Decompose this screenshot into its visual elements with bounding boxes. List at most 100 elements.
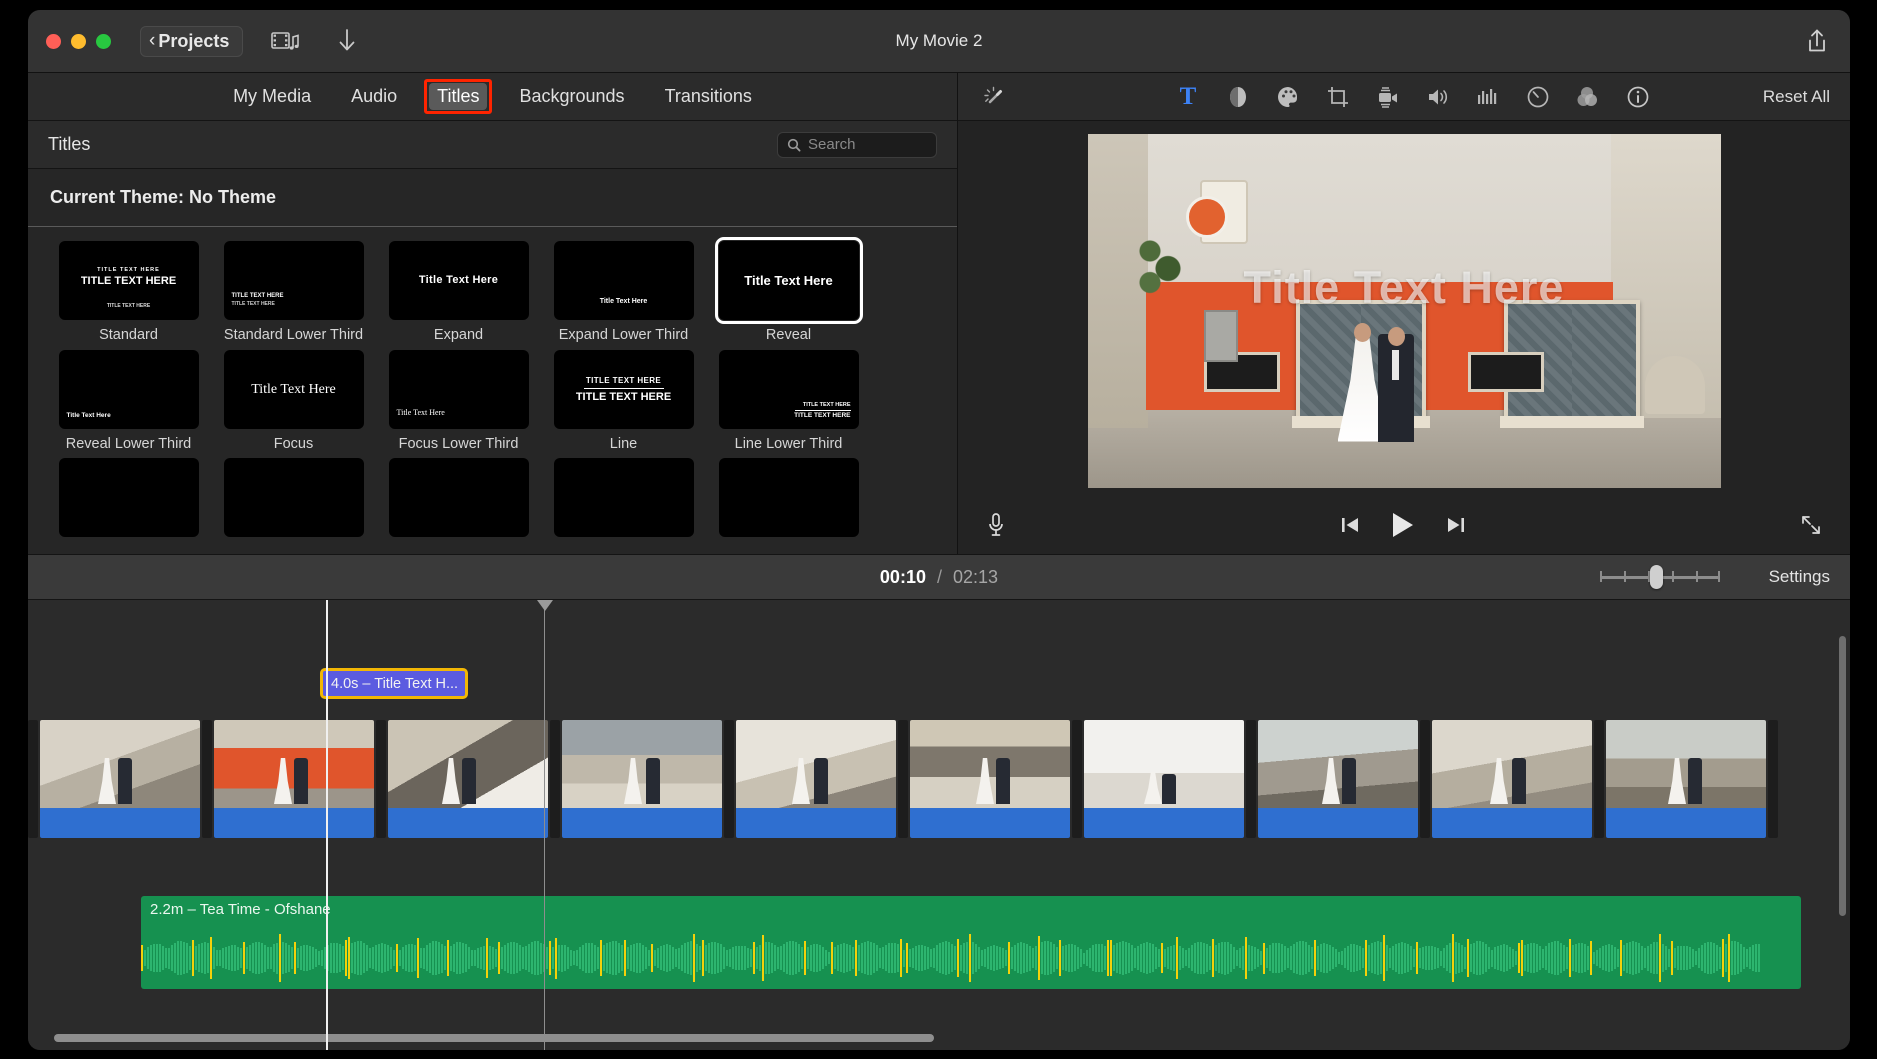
share-icon[interactable] [1806,28,1828,54]
title-item-partial-2[interactable] [213,458,374,538]
clip-drag-handle[interactable] [1594,720,1604,838]
tab-my-media[interactable]: My Media [225,83,319,110]
preview-sub-text: TITLE TEXT HERE [585,375,662,385]
settings-button[interactable]: Settings [1769,567,1830,587]
title-item-focus-lower-third[interactable]: Title Text Here Focus Lower Third [378,349,539,453]
timeline-video-clip[interactable] [214,720,374,838]
timeline-video-clip[interactable] [1258,720,1418,838]
viewer-adjust-icons: T [1171,80,1671,114]
video-title-overlay: Title Text Here [1243,261,1565,313]
color-correction-icon[interactable] [1271,80,1305,114]
tab-transitions[interactable]: Transitions [657,83,760,110]
timeline-video-clip[interactable] [562,720,722,838]
minimize-button[interactable] [71,33,86,49]
timeline-video-clip[interactable] [1084,720,1244,838]
title-item-standard[interactable]: TITLE TEXT HERE TITLE TEXT HERE TITLE TE… [48,241,209,344]
title-item-line[interactable]: TITLE TEXT HERE TITLE TEXT HERE Line [543,349,704,453]
clip-drag-handle[interactable] [1072,720,1082,838]
timeline-skimmer[interactable] [537,600,553,1050]
title-preview-thumbnail [388,458,529,538]
timecode-separator: / [936,566,942,587]
close-button[interactable] [46,33,61,49]
info-icon[interactable] [1621,80,1655,114]
clip-drag-handle[interactable] [724,720,734,838]
skip-to-end-icon[interactable] [1446,515,1466,535]
stone-statue [1644,355,1705,414]
timeline-title-clip[interactable]: 4.0s – Title Text H... [320,668,468,699]
clip-drag-handle[interactable] [1420,720,1430,838]
stabilization-icon[interactable] [1371,80,1405,114]
clip-drag-handle[interactable] [1246,720,1256,838]
preview-main-text: TITLE TEXT HERE [794,411,851,419]
clip-drag-handle[interactable] [550,720,560,838]
microphone-icon[interactable] [986,512,1006,538]
title-item-partial-1[interactable] [48,458,209,538]
play-icon[interactable] [1390,511,1416,539]
total-duration: 02:13 [953,566,999,587]
title-item-partial-3[interactable] [378,458,539,538]
media-browser-panel: My Media Audio Titles Backgrounds Transi… [28,73,958,554]
title-text-icon[interactable]: T [1171,80,1205,114]
title-item-focus[interactable]: Title Text Here Focus [213,349,374,453]
zoom-slider-knob[interactable] [1650,565,1663,589]
film-music-icon[interactable] [271,29,301,53]
video-preview[interactable]: Title Text Here [1087,133,1721,488]
preview-main-text: TITLE TEXT HERE [231,301,275,307]
timeline-audio-clip[interactable]: 2.2m – Tea Time - Ofshane [141,896,1801,989]
tab-backgrounds[interactable]: Backgrounds [511,83,632,110]
transport-controls [1340,511,1466,539]
crop-icon[interactable] [1321,80,1355,114]
title-item-label: Focus [273,435,314,452]
timeline-video-clip[interactable] [1606,720,1766,838]
title-item-partial-4[interactable] [543,458,704,538]
fullscreen-icon[interactable] [1800,514,1822,536]
enhance-magic-wand-icon[interactable] [978,80,1012,114]
viewer-stage: Title Text Here [958,121,1850,496]
title-item-standard-lower-third[interactable]: TITLE TEXT HERE TITLE TEXT HERE Standard… [213,241,374,344]
timeline-horizontal-scrollbar[interactable] [54,1034,934,1042]
divider-line [794,409,851,411]
filters-icon[interactable] [1571,80,1605,114]
tab-audio[interactable]: Audio [343,83,405,110]
title-item-expand-lower-third[interactable]: Title Text Here Expand Lower Third [543,241,704,344]
clip-drag-handle[interactable] [376,720,386,838]
title-preview-thumbnail [223,458,364,538]
timeline-video-clip[interactable] [736,720,896,838]
timeline-zoom-slider[interactable] [1600,565,1720,589]
skip-to-start-icon[interactable] [1340,515,1360,535]
tab-titles[interactable]: Titles [424,79,493,114]
clip-drag-handle[interactable] [202,720,212,838]
timeline-video-clip[interactable] [910,720,1070,838]
title-preview-thumbnail: Title Text Here [58,349,199,429]
back-to-projects-button[interactable]: ‹ Projects [140,25,244,57]
title-item-reveal[interactable]: Title Text Here Reveal [708,237,869,344]
equalizer-noise-icon[interactable] [1471,80,1505,114]
timeline-canvas[interactable]: 4.0s – Title Text H... 2.2m – Tea Time -… [28,600,1850,1050]
zoom-button[interactable] [96,33,111,49]
timeline-video-clip[interactable] [40,720,200,838]
skimmer-handle[interactable] [537,600,553,611]
search-input[interactable]: Search [777,131,937,158]
browser-tab-bar: My Media Audio Titles Backgrounds Transi… [28,73,957,121]
reset-all-button[interactable]: Reset All [1763,87,1830,107]
title-item-partial-5[interactable] [708,458,869,538]
color-balance-icon[interactable] [1221,80,1255,114]
title-item-reveal-lower-third[interactable]: Title Text Here Reveal Lower Third [48,349,209,453]
chevron-left-icon: ‹ [149,29,156,51]
titles-grid-scroll[interactable]: TITLE TEXT HERE TITLE TEXT HERE TITLE TE… [28,227,957,554]
imovie-window: ‹ Projects My Movie 2 My Media Audio Tit… [28,10,1850,1050]
speed-icon[interactable] [1521,80,1555,114]
title-item-expand[interactable]: Title Text Here Expand [378,241,539,344]
timeline-video-clip[interactable] [388,720,548,838]
volume-icon[interactable] [1421,80,1455,114]
preview-main-text: Title Text Here [396,407,445,417]
current-theme-label: Current Theme: No Theme [28,169,957,227]
title-item-line-lower-third[interactable]: TITLE TEXT HERE TITLE TEXT HERE Line Low… [708,349,869,453]
timeline-vertical-scrollbar[interactable] [1839,636,1846,916]
clip-drag-handle[interactable] [898,720,908,838]
timeline-playhead[interactable] [326,600,328,1050]
timeline-video-clip[interactable] [1432,720,1592,838]
import-download-icon[interactable] [337,28,357,54]
clip-drag-handle[interactable] [28,720,38,838]
clip-drag-handle[interactable] [1768,720,1778,838]
